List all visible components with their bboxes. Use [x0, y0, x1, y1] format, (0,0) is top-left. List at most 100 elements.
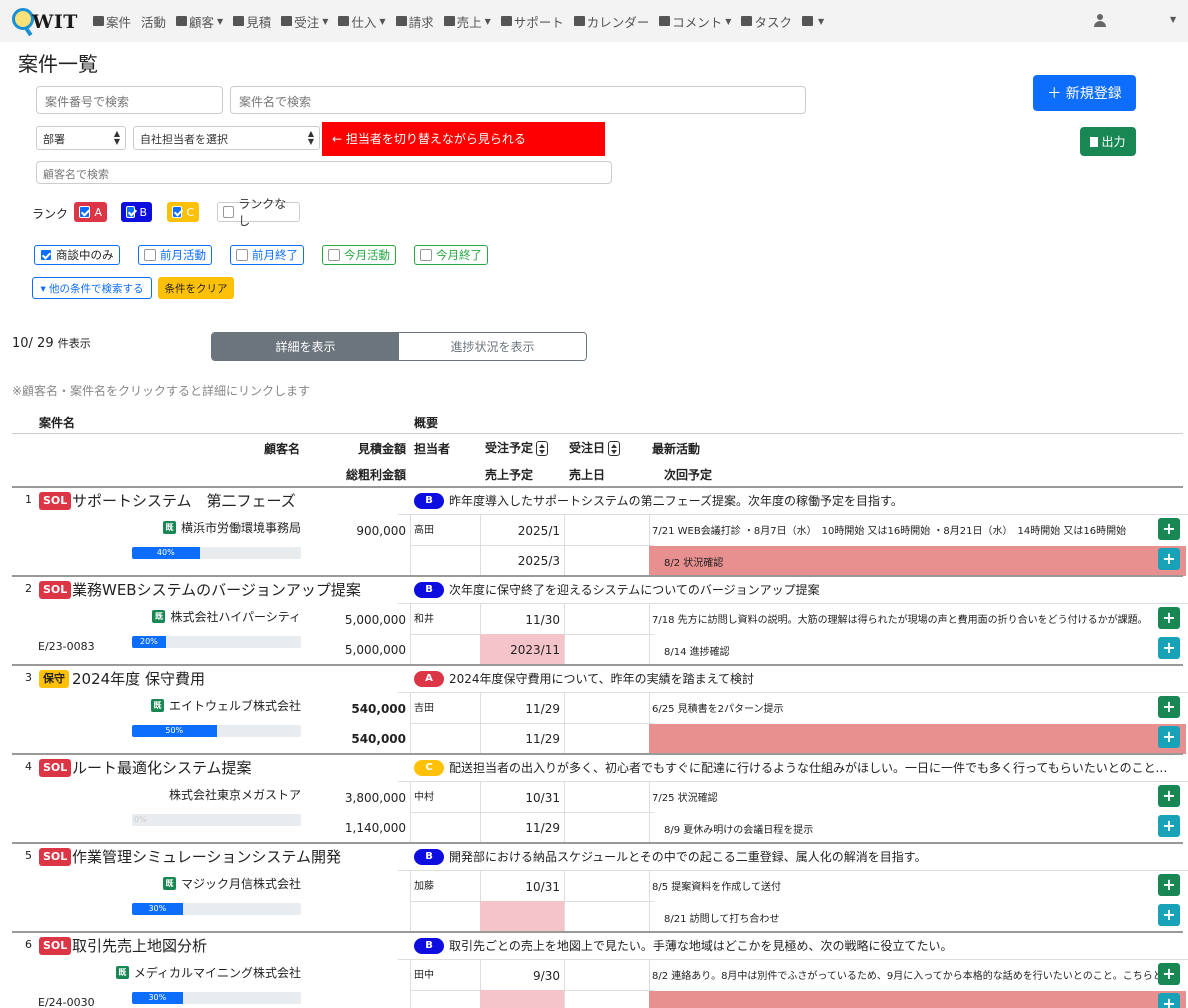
order-plan-date: 11/30 [525, 613, 560, 627]
order-plan-date: 9/30 [533, 969, 560, 983]
add-next-plan-button[interactable]: + [1158, 993, 1180, 1008]
checkbox-icon[interactable] [236, 249, 248, 261]
detail-view-button[interactable]: 詳細を表示 [212, 333, 399, 360]
nav-item-8[interactable]: サポート [500, 12, 564, 31]
nav-item-10[interactable]: コメント ▼ [659, 12, 731, 31]
customer-link[interactable]: 既メディカルマイニング株式会社 [115, 964, 301, 981]
status-filter-0[interactable]: 商談中のみ [34, 245, 120, 265]
add-next-plan-button[interactable]: + [1158, 637, 1180, 659]
nav-item-7[interactable]: 売上 ▼ [443, 12, 491, 31]
case-summary: 2024年度保守費用について、昨年の実績を踏まえて検討 [449, 672, 754, 686]
case-name-link[interactable]: ルート最適化システム提案 [72, 757, 252, 778]
existing-customer-badge: 既 [152, 610, 166, 623]
add-next-plan-button[interactable]: + [1158, 548, 1180, 570]
rank-filter-1[interactable]: B [121, 202, 152, 222]
checkbox-checked-icon[interactable] [79, 206, 91, 218]
customer-link[interactable]: 既マジック月信株式会社 [162, 875, 301, 892]
file-icon [1090, 136, 1099, 147]
add-activity-button[interactable]: + [1158, 963, 1180, 985]
checkbox-icon[interactable] [223, 206, 235, 218]
status-filter-2[interactable]: 前月終了 [230, 245, 304, 265]
case-name-link[interactable]: 取引先売上地図分析 [72, 935, 207, 956]
status-filter-3[interactable]: 今月活動 [322, 245, 396, 265]
nav-item-4[interactable]: 受注 ▼ [281, 12, 328, 31]
nav-item-1[interactable]: 活動 [141, 12, 166, 31]
customer-link[interactable]: 既株式会社ハイパーシティ [152, 608, 301, 625]
nav-item-0[interactable]: 案件 [93, 12, 131, 31]
next-plan: 8/14 進捗確認 [664, 647, 730, 658]
nav-item-2[interactable]: 顧客 ▼ [176, 12, 223, 31]
status-filter-4[interactable]: 今月終了 [414, 245, 488, 265]
checkbox-checked-icon[interactable] [126, 206, 136, 218]
case-summary: 昨年度導入したサポートシステムの第二フェーズ提案。次年度の稼働予定を目指す。 [449, 494, 903, 508]
case-name-link[interactable]: 2024年度 保守費用 [72, 668, 205, 689]
rank-badge: B [414, 582, 444, 598]
progress-view-button[interactable]: 進捗状況を表示 [399, 333, 586, 360]
order-plan-date: 11/29 [525, 702, 560, 716]
sort-icon[interactable] [608, 441, 621, 456]
customer-link[interactable]: 既エイトウェルブ株式会社 [150, 697, 301, 714]
tasks-icon [741, 16, 753, 26]
case-type-badge: SOL [39, 759, 72, 777]
add-activity-button[interactable]: + [1158, 518, 1180, 540]
user-icon[interactable] [1094, 14, 1106, 27]
checkbox-checked-icon[interactable] [172, 206, 183, 218]
case-number-search-input[interactable]: 案件番号で検索 [36, 86, 223, 114]
customer-search-input[interactable]: 顧客名で検索 [36, 161, 612, 184]
nav-item-6[interactable]: 請求 [395, 12, 434, 31]
status-filter-1[interactable]: 前月活動 [138, 245, 212, 265]
sales-plan-date: 2025/3 [517, 554, 560, 568]
checkbox-icon[interactable] [420, 249, 432, 261]
export-button[interactable]: 出力 [1080, 127, 1136, 156]
add-next-plan-button[interactable]: + [1158, 815, 1180, 837]
annotation-note: ← 担当者を切り替えながら見られる [322, 122, 605, 156]
case-name-link[interactable]: 業務WEBシステムのバージョンアップ提案 [72, 579, 361, 600]
header-order-plan[interactable]: 受注予定 [485, 439, 549, 456]
case-number: E/23-0083 [38, 640, 95, 653]
calculator-icon [233, 16, 245, 26]
rank-filter-0[interactable]: A [74, 202, 107, 222]
case-name-link[interactable]: サポートシステム 第二フェーズ [72, 490, 296, 511]
department-select[interactable]: 部署 ▲ ▼ [36, 126, 126, 150]
nav-item-12[interactable]: ▼ [801, 16, 824, 26]
add-next-plan-button[interactable]: + [1158, 726, 1180, 748]
add-activity-button[interactable]: + [1158, 696, 1180, 718]
case-name-link[interactable]: 作業管理シミュレーションシステム開発 [72, 846, 341, 867]
progress-bar: 50% [132, 725, 301, 737]
user-menu-caret-icon[interactable]: ▼ [1170, 15, 1176, 24]
add-activity-button[interactable]: + [1158, 874, 1180, 896]
rank-filter-2[interactable]: C [167, 202, 199, 222]
staff-name: 高田 [414, 525, 434, 536]
staff-select[interactable]: 自社担当者を選択 ▲ ▼ [133, 126, 320, 150]
nav-item-9[interactable]: カレンダー [573, 12, 649, 31]
checkbox-icon[interactable] [328, 249, 340, 261]
chevron-down-icon: ▼ [379, 16, 386, 26]
customer-link[interactable]: 既横浜市労働環境事務局 [162, 519, 301, 536]
rank-filter-3[interactable]: ランクなし [217, 197, 300, 228]
checkbox-checked-icon[interactable] [40, 249, 52, 261]
folder-icon [93, 16, 104, 26]
rank-badge: B [414, 849, 444, 865]
checkbox-icon[interactable] [144, 249, 156, 261]
clear-conditions-button[interactable]: 条件をクリア [158, 277, 234, 299]
nav-item-3[interactable]: 見積 [233, 12, 271, 31]
new-register-button[interactable]: ＋ 新規登録 [1033, 75, 1136, 111]
wit-logo[interactable]: WIT [12, 6, 78, 38]
progress-bar: 40% [132, 547, 301, 559]
customer-name: 横浜市労働環境事務局 [180, 521, 301, 535]
add-activity-button[interactable]: + [1158, 785, 1180, 807]
comments-icon [659, 16, 671, 26]
add-activity-button[interactable]: + [1158, 607, 1180, 629]
progress-fill: 20% [132, 636, 166, 648]
nav-item-5[interactable]: 仕入 ▼ [338, 12, 386, 31]
sort-icon[interactable] [536, 441, 549, 456]
header-order-date[interactable]: 受注日 [569, 439, 621, 456]
header-summary: 概要 [414, 416, 439, 430]
chevron-down-icon: ▼ [484, 16, 491, 26]
nav-item-11[interactable]: タスク [741, 12, 792, 31]
more-conditions-button[interactable]: ▾ 他の条件で検索する [32, 277, 152, 299]
case-name-search-input[interactable]: 案件名で検索 [230, 86, 806, 114]
add-next-plan-button[interactable]: + [1158, 904, 1180, 926]
customer-link[interactable]: 株式会社東京メガストア [169, 786, 301, 803]
page-title: 案件一覧 [18, 52, 98, 76]
